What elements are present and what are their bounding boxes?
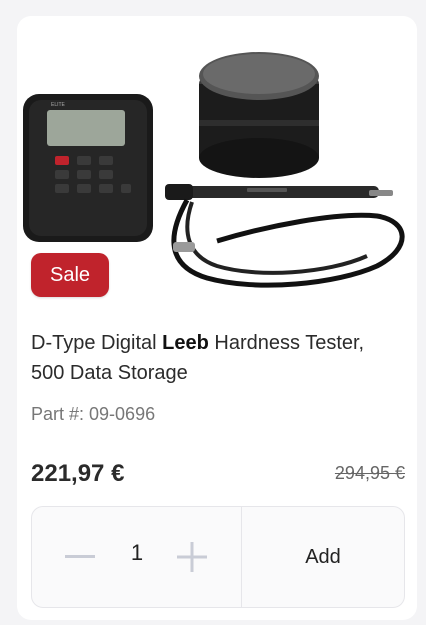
product-card[interactable]: ELITE Sale D-Type Digital Leeb Hardness … xyxy=(17,16,417,620)
sale-price: 221,97 € xyxy=(31,460,125,487)
device-brand: ELITE xyxy=(51,102,66,108)
product-image[interactable]: ELITE Sale xyxy=(17,16,417,306)
add-to-cart-button[interactable]: Add xyxy=(242,507,404,607)
title-text-start: D-Type Digital xyxy=(31,332,163,354)
sale-badge: Sale xyxy=(31,253,109,297)
add-to-cart-box: 1 Add xyxy=(31,506,405,608)
increase-quantity-button[interactable] xyxy=(172,537,212,577)
quantity-value[interactable]: 1 xyxy=(122,540,152,566)
plus-icon xyxy=(177,542,207,572)
quantity-stepper: 1 xyxy=(32,507,242,607)
minus-icon xyxy=(65,555,95,558)
title-highlight: Leeb xyxy=(162,332,209,354)
part-number: Part #: 09-0696 xyxy=(31,404,156,424)
product-title[interactable]: D-Type Digital Leeb Hardness Tester, 500… xyxy=(31,328,403,388)
original-price: 294,95 € xyxy=(334,463,405,483)
decrease-quantity-button[interactable] xyxy=(60,537,100,577)
